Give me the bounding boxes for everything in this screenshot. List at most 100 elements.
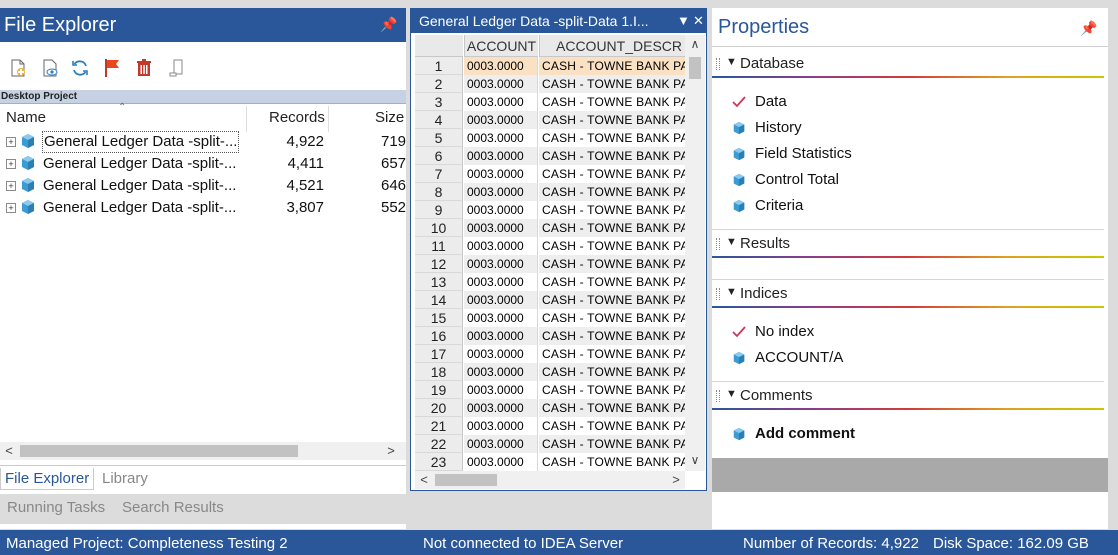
description-cell[interactable]: CASH - TOWNE BANK PAY (539, 309, 685, 327)
table-row[interactable]: 3 0003.0000 CASH - TOWNE BANK PAY (415, 93, 685, 111)
description-cell[interactable]: CASH - TOWNE BANK PAY (539, 165, 685, 183)
account-cell[interactable]: 0003.0000 (464, 309, 538, 327)
account-cell[interactable]: 0003.0000 (464, 435, 538, 453)
scroll-right-button[interactable]: > (667, 471, 685, 489)
collapse-icon[interactable]: ▼ (726, 56, 737, 68)
expand-icon[interactable]: + (6, 159, 16, 169)
description-cell[interactable]: CASH - TOWNE BANK PAY (539, 201, 685, 219)
table-row[interactable]: 1 0003.0000 CASH - TOWNE BANK PAY (415, 57, 685, 75)
account-cell[interactable]: 0003.0000 (464, 381, 538, 399)
table-row[interactable]: 11 0003.0000 CASH - TOWNE BANK PAY (415, 237, 685, 255)
expand-icon[interactable]: + (6, 181, 16, 191)
account-cell[interactable]: 0003.0000 (464, 345, 538, 363)
description-cell[interactable]: CASH - TOWNE BANK PAY (539, 219, 685, 237)
expand-icon[interactable]: + (6, 203, 16, 213)
account-cell[interactable]: 0003.0000 (464, 57, 538, 75)
close-icon[interactable]: ✕ (693, 9, 704, 33)
expand-icon[interactable]: + (6, 137, 16, 147)
table-row[interactable]: 22 0003.0000 CASH - TOWNE BANK PAY (415, 435, 685, 453)
table-row[interactable]: 16 0003.0000 CASH - TOWNE BANK PAY (415, 327, 685, 345)
account-cell[interactable]: 0003.0000 (464, 93, 538, 111)
scroll-thumb[interactable] (689, 57, 701, 79)
description-cell[interactable]: CASH - TOWNE BANK PAY (539, 129, 685, 147)
column-header-account[interactable]: ACCOUNT (464, 35, 538, 57)
table-row[interactable]: 13 0003.0000 CASH - TOWNE BANK PAY (415, 273, 685, 291)
pin-icon[interactable]: 📌 (380, 14, 397, 34)
column-header-account-descr[interactable]: ACCOUNT_DESCR (539, 35, 685, 57)
description-cell[interactable]: CASH - TOWNE BANK PAY (539, 327, 685, 345)
new-file-icon[interactable] (8, 58, 28, 78)
description-cell[interactable]: CASH - TOWNE BANK PAY (539, 147, 685, 165)
description-cell[interactable]: CASH - TOWNE BANK PAY (539, 435, 685, 453)
table-row[interactable]: 4 0003.0000 CASH - TOWNE BANK PAY (415, 111, 685, 129)
pin-icon[interactable]: 📌 (1080, 18, 1097, 38)
scroll-left-button[interactable]: < (0, 442, 18, 460)
collapse-icon[interactable]: ▼ (726, 286, 737, 298)
delete-icon[interactable] (134, 58, 154, 78)
table-row[interactable]: 9 0003.0000 CASH - TOWNE BANK PAY (415, 201, 685, 219)
tree-row[interactable]: + General Ledger Data -split-... 4,521 6… (0, 175, 406, 197)
description-cell[interactable]: CASH - TOWNE BANK PAY (539, 57, 685, 75)
tab-running-tasks[interactable]: Running Tasks (7, 499, 105, 516)
table-row[interactable]: 19 0003.0000 CASH - TOWNE BANK PAY (415, 381, 685, 399)
table-row[interactable]: 15 0003.0000 CASH - TOWNE BANK PAY (415, 309, 685, 327)
table-row[interactable]: 12 0003.0000 CASH - TOWNE BANK PAY (415, 255, 685, 273)
account-cell[interactable]: 0003.0000 (464, 453, 538, 471)
account-cell[interactable]: 0003.0000 (464, 201, 538, 219)
account-cell[interactable]: 0003.0000 (464, 111, 538, 129)
refresh-icon[interactable] (70, 58, 90, 78)
description-cell[interactable]: CASH - TOWNE BANK PAY (539, 75, 685, 93)
table-row[interactable]: 17 0003.0000 CASH - TOWNE BANK PAY (415, 345, 685, 363)
horizontal-scrollbar[interactable]: < > (0, 442, 406, 460)
device-icon[interactable] (166, 58, 186, 78)
description-cell[interactable]: CASH - TOWNE BANK PAY (539, 237, 685, 255)
table-row[interactable]: 10 0003.0000 CASH - TOWNE BANK PAY (415, 219, 685, 237)
account-cell[interactable]: 0003.0000 (464, 183, 538, 201)
description-cell[interactable]: CASH - TOWNE BANK PAY (539, 111, 685, 129)
description-cell[interactable]: CASH - TOWNE BANK PAY (539, 183, 685, 201)
flag-icon[interactable] (102, 58, 122, 78)
table-row[interactable]: 18 0003.0000 CASH - TOWNE BANK PAY (415, 363, 685, 381)
preview-icon[interactable] (40, 58, 60, 78)
section-database[interactable]: ▼ Database (712, 54, 1108, 78)
account-cell[interactable]: 0003.0000 (464, 399, 538, 417)
scroll-thumb[interactable] (20, 445, 298, 457)
account-cell[interactable]: 0003.0000 (464, 327, 538, 345)
tree-row[interactable]: + General Ledger Data -split-... 4,922 7… (0, 131, 406, 153)
tree-row[interactable]: + General Ledger Data -split-... 3,807 5… (0, 197, 406, 219)
collapse-icon[interactable]: ▼ (726, 388, 737, 400)
section-comments[interactable]: ▼ Comments (712, 386, 1108, 410)
description-cell[interactable]: CASH - TOWNE BANK PAY (539, 363, 685, 381)
description-cell[interactable]: CASH - TOWNE BANK PAY (539, 291, 685, 309)
account-cell[interactable]: 0003.0000 (464, 255, 538, 273)
tree-row[interactable]: + General Ledger Data -split-... 4,411 6… (0, 153, 406, 175)
scroll-left-button[interactable]: < (415, 471, 433, 489)
tab-file-explorer[interactable]: File Explorer (0, 468, 95, 490)
section-indices[interactable]: ▼ Indices (712, 284, 1108, 308)
scroll-down-button[interactable]: ∨ (685, 451, 705, 469)
scroll-thumb[interactable] (435, 474, 497, 486)
account-cell[interactable]: 0003.0000 (464, 417, 538, 435)
table-row[interactable]: 14 0003.0000 CASH - TOWNE BANK PAY (415, 291, 685, 309)
tab-search-results[interactable]: Search Results (122, 499, 224, 516)
table-row[interactable]: 8 0003.0000 CASH - TOWNE BANK PAY (415, 183, 685, 201)
description-cell[interactable]: CASH - TOWNE BANK PAY (539, 345, 685, 363)
description-cell[interactable]: CASH - TOWNE BANK PAY (539, 273, 685, 291)
description-cell[interactable]: CASH - TOWNE BANK PAY (539, 417, 685, 435)
table-row[interactable]: 7 0003.0000 CASH - TOWNE BANK PAY (415, 165, 685, 183)
description-cell[interactable]: CASH - TOWNE BANK PAY (539, 255, 685, 273)
account-cell[interactable]: 0003.0000 (464, 363, 538, 381)
scroll-up-button[interactable]: ∧ (685, 35, 705, 53)
collapse-icon[interactable]: ▼ (726, 236, 737, 248)
account-cell[interactable]: 0003.0000 (464, 165, 538, 183)
table-row[interactable]: 21 0003.0000 CASH - TOWNE BANK PAY (415, 417, 685, 435)
account-cell[interactable]: 0003.0000 (464, 237, 538, 255)
account-cell[interactable]: 0003.0000 (464, 129, 538, 147)
account-cell[interactable]: 0003.0000 (464, 75, 538, 93)
account-cell[interactable]: 0003.0000 (464, 273, 538, 291)
tab-menu-icon[interactable]: ▼ (677, 9, 690, 33)
scroll-right-button[interactable]: > (382, 442, 400, 460)
vertical-scrollbar[interactable]: ∧ ∨ (685, 35, 705, 471)
account-cell[interactable]: 0003.0000 (464, 147, 538, 165)
horizontal-scrollbar[interactable]: < > (415, 471, 685, 489)
